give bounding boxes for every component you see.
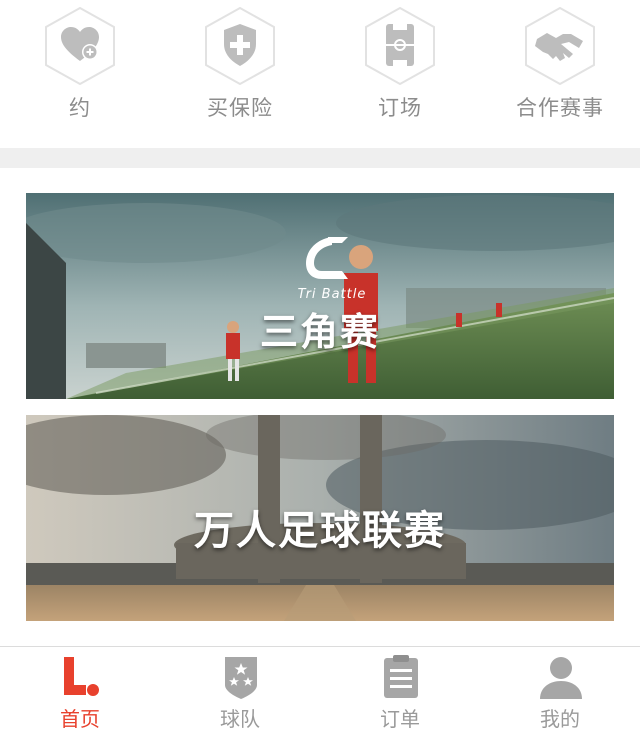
quick-action-label: 订场 [378, 96, 422, 120]
quick-action-insurance[interactable]: 买保险 [160, 0, 320, 148]
home-logo-icon [64, 657, 99, 696]
tab-team[interactable]: 球队 [160, 647, 320, 731]
tab-orders[interactable]: 订单 [320, 647, 480, 731]
pitch-icon [365, 6, 435, 86]
tab-label: 首页 [60, 707, 100, 731]
user-icon [540, 657, 582, 699]
team-badge-icon [225, 657, 257, 699]
quick-action-label: 约 [69, 96, 91, 120]
banner-brand-text: Tri Battle [297, 287, 367, 302]
tab-label: 订单 [380, 707, 420, 731]
order-clipboard-icon [384, 655, 418, 698]
quick-action-label: 买保险 [207, 96, 273, 120]
quick-action-partner-events[interactable]: 合作赛事 [480, 0, 640, 148]
tab-home[interactable]: 首页 [0, 647, 160, 731]
tab-label: 我的 [540, 707, 580, 731]
handshake-icon [525, 6, 595, 86]
quick-action-label: 合作赛事 [516, 96, 604, 120]
banner-tri-battle[interactable]: Tri Battle 三角赛 [26, 193, 614, 399]
quick-actions: 约 买保险 订场 合作赛事 [0, 0, 640, 148]
heart-plus-icon [45, 6, 115, 86]
section-divider [0, 148, 640, 168]
tab-profile[interactable]: 我的 [480, 647, 640, 731]
bottom-tab-bar: 首页 球队 订单 我的 [0, 646, 640, 731]
shield-plus-icon [205, 6, 275, 86]
banner-league[interactable]: 万人足球联赛 [26, 415, 614, 621]
quick-action-yue[interactable]: 约 [0, 0, 160, 148]
banner-title: 万人足球联赛 [194, 508, 446, 554]
tab-label: 球队 [220, 707, 260, 731]
banner-title: 三角赛 [259, 310, 380, 354]
quick-action-book-field[interactable]: 订场 [320, 0, 480, 148]
